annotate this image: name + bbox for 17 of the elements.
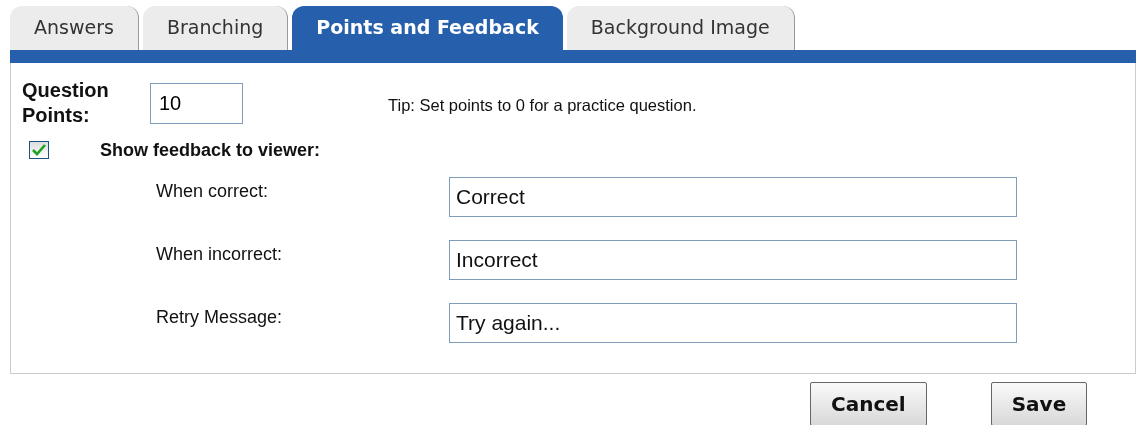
feedback-checkbox[interactable]: [29, 141, 49, 159]
field-label: Retry Message:: [156, 306, 284, 329]
feedback-field[interactable]: Incorrect: [449, 240, 1017, 280]
feedback-field[interactable]: Correct: [449, 177, 1017, 217]
points-label: Question Points:: [22, 78, 110, 128]
points-field[interactable]: 10: [150, 82, 243, 124]
dialog-button[interactable]: Cancel: [810, 382, 927, 425]
tab[interactable]: Background Image: [566, 6, 795, 50]
tip-text: Tip: Set points to 0 for a practice question.: [388, 94, 697, 115]
field-label: When incorrect:: [156, 243, 284, 266]
feedback-field[interactable]: Try again...: [449, 303, 1017, 343]
feedback-label: Show feedback to viewer:: [100, 139, 321, 161]
field-label: When correct:: [156, 180, 270, 203]
tab[interactable]: Points and Feedback: [292, 6, 563, 50]
tab[interactable]: Branching: [142, 6, 289, 50]
tab[interactable]: Answers: [10, 6, 139, 50]
dialog-button[interactable]: Save: [990, 382, 1088, 425]
